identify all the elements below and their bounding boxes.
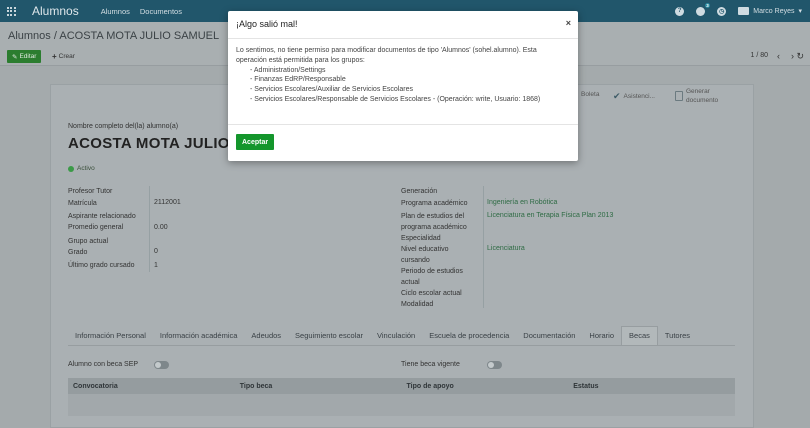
promedio-label: Promedio general: [68, 224, 124, 231]
group-item: - Finanzas EdRP/Responsable: [250, 76, 346, 84]
create-button-label: Crear: [58, 53, 75, 60]
pencil-icon: ✎: [12, 53, 18, 61]
col-tipo-apoyo[interactable]: Tipo de apoyo: [402, 383, 569, 390]
ciclo-label: Ciclo escolar actual: [401, 290, 462, 297]
dialog-message: Lo sentimos, no tiene permiso para modif…: [236, 47, 537, 64]
tab-seguimiento-escolar[interactable]: Seguimiento escolar: [288, 331, 370, 345]
chevron-left-icon[interactable]: ‹: [777, 51, 780, 61]
error-dialog: ¡Algo salió mal! × Lo sentimos, no tiene…: [228, 11, 578, 161]
app-title: Alumnos: [32, 4, 79, 18]
grado-label: Grado: [68, 249, 88, 256]
pager-value: 1 / 80: [750, 52, 768, 59]
user-menu[interactable]: Marco Reyes ▾: [738, 7, 802, 15]
becas-table: Convocatoria Tipo beca Tipo de apoyo Est…: [68, 378, 735, 416]
modalidad-label: Modalidad: [401, 301, 434, 308]
tab-adeudos[interactable]: Adeudos: [244, 331, 288, 345]
table-header: Convocatoria Tipo beca Tipo de apoyo Est…: [68, 378, 735, 394]
promedio-value: 0.00: [154, 224, 168, 231]
close-icon[interactable]: ×: [566, 18, 571, 28]
tab-escuela-procedencia[interactable]: Escuela de procedencia: [422, 331, 516, 345]
beca-vigente-label: Tiene beca vigente: [401, 361, 460, 368]
tab-horario[interactable]: Horario: [582, 331, 621, 345]
dialog-body: Lo sentimos, no tiene permiso para modif…: [236, 46, 566, 105]
nivel-label-2: cursando: [401, 257, 430, 264]
profesor-tutor-label: Profesor Tutor: [68, 188, 113, 195]
dialog-title: ¡Algo salió mal!: [236, 19, 298, 29]
document-icon: [675, 91, 683, 101]
notebook-tabs: Información Personal Información académi…: [68, 326, 735, 346]
periodo-label-2: actual: [401, 279, 420, 286]
status-dot-icon: [68, 165, 74, 172]
edit-button[interactable]: ✎ Editar: [7, 50, 42, 63]
programa-value[interactable]: Ingeniería en Robótica: [487, 199, 557, 206]
boleta-label: Boleta: [581, 91, 600, 98]
clock-icon[interactable]: ◷: [717, 6, 727, 16]
group-item: - Administration/Settings: [250, 66, 326, 74]
matricula-value: 2112001: [154, 199, 181, 206]
beca-vigente-toggle[interactable]: [487, 361, 502, 369]
ultimo-grado-value: 1: [154, 262, 158, 269]
periodo-label-1: Periodo de estudios: [401, 268, 463, 275]
tab-informacion-academica[interactable]: Información académica: [153, 331, 245, 345]
left-fields-divider: [149, 186, 150, 272]
avatar: [738, 7, 750, 15]
grado-value: 0: [154, 248, 158, 255]
edit-button-label: Editar: [19, 53, 37, 60]
create-button[interactable]: + Crear: [52, 50, 75, 63]
dialog-footer: Aceptar: [228, 124, 578, 161]
status-label: Activo: [77, 165, 95, 172]
breadcrumb[interactable]: Alumnos / ACOSTA MOTA JULIO SAMUEL: [8, 30, 219, 42]
tab-vinculacion[interactable]: Vinculación: [370, 331, 422, 345]
tab-informacion-personal[interactable]: Información Personal: [68, 331, 153, 345]
table-row: [68, 394, 735, 416]
aspirante-label: Aspirante relacionado: [68, 213, 136, 220]
tab-tutores[interactable]: Tutores: [658, 331, 697, 345]
ultimo-grado-label: Último grado cursado: [68, 262, 135, 269]
dialog-header: ¡Algo salió mal! ×: [228, 11, 578, 39]
refresh-icon[interactable]: ↻: [796, 51, 804, 62]
grupo-label: Grupo actual: [68, 238, 109, 245]
status-badge: Activo: [68, 165, 95, 172]
plan-label-1: Plan de estudios del: [401, 213, 465, 220]
boleta-button[interactable]: Boleta: [581, 91, 599, 98]
user-name: Marco Reyes: [753, 7, 795, 15]
generar-documento-button[interactable]: Generar documento: [675, 87, 726, 105]
menu-documentos[interactable]: Documentos: [140, 7, 182, 16]
apps-menu-icon[interactable]: [0, 0, 22, 22]
tab-becas[interactable]: Becas: [621, 326, 658, 345]
generacion-label: Generación: [401, 188, 438, 195]
group-item: - Servicios Escolares/Auxiliar de Servic…: [250, 86, 413, 94]
programa-label: Programa académico: [401, 200, 468, 207]
matricula-label: Matrícula: [68, 200, 97, 207]
plan-label-2: programa académico: [401, 224, 467, 231]
right-fields-divider: [483, 186, 484, 308]
chevron-right-icon[interactable]: ›: [791, 51, 794, 61]
group-item: - Servicios Escolares/Responsable de Ser…: [250, 95, 541, 103]
accept-button[interactable]: Aceptar: [236, 134, 275, 150]
help-icon[interactable]: ?: [675, 6, 685, 16]
col-convocatoria[interactable]: Convocatoria: [68, 383, 235, 390]
plus-icon: +: [52, 52, 57, 61]
asistencia-button[interactable]: ✔ Asistenci...: [613, 91, 655, 102]
chat-badge: 3: [704, 2, 711, 8]
name-label: Nombre completo del(la) alumno(a): [68, 123, 179, 130]
plan-value[interactable]: Licenciatura en Terapia Física Plan 2013: [487, 212, 613, 219]
especialidad-label: Especialidad: [401, 235, 441, 242]
tab-documentacion[interactable]: Documentación: [516, 331, 582, 345]
check-icon: ✔: [613, 91, 621, 101]
col-tipo-beca[interactable]: Tipo beca: [235, 383, 402, 390]
caret-down-icon: ▾: [798, 8, 802, 15]
nivel-value[interactable]: Licenciatura: [487, 245, 525, 252]
generar-documento-label: Generar documento: [686, 88, 719, 104]
beca-sep-toggle[interactable]: [154, 361, 169, 369]
chat-icon[interactable]: 3: [696, 2, 711, 16]
beca-sep-label: Alumno con beca SEP: [68, 361, 139, 368]
asistencia-label: Asistenci...: [623, 93, 655, 100]
col-estatus[interactable]: Estatus: [568, 383, 735, 390]
nivel-label-1: Nivel educativo: [401, 246, 449, 253]
menu-alumnos[interactable]: Alumnos: [101, 7, 130, 16]
